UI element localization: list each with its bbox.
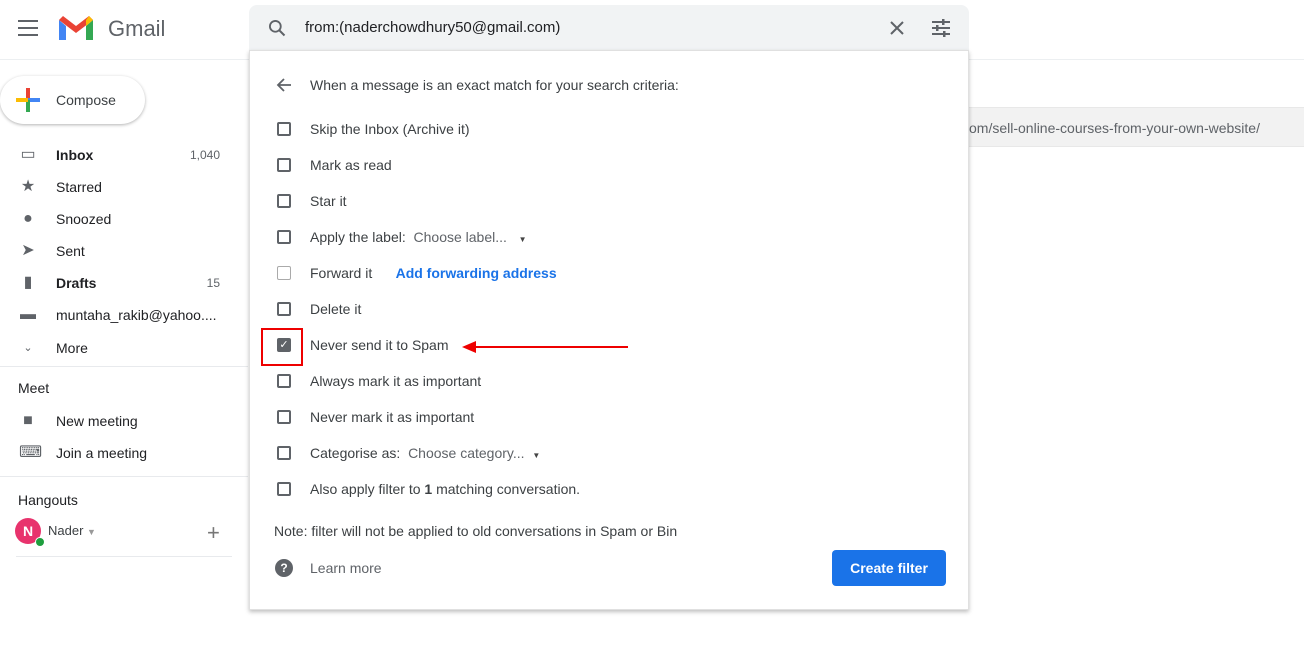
meet-heading: Meet bbox=[18, 380, 50, 396]
label: More bbox=[56, 340, 88, 356]
divider bbox=[16, 556, 232, 557]
option-label: Never send it to Spam bbox=[310, 337, 449, 353]
annotation-arrow-icon bbox=[462, 341, 628, 353]
option-label: Delete it bbox=[310, 301, 362, 317]
label: Join a meeting bbox=[56, 445, 148, 461]
sidebar-item-starred[interactable]: ★ Starred bbox=[0, 171, 240, 203]
option-label: Mark as read bbox=[310, 157, 392, 173]
sidebar-item-more[interactable]: ⌄ More bbox=[0, 332, 240, 364]
option-label-suffix: matching conversation. bbox=[432, 481, 581, 497]
search-bar[interactable]: from:(naderchowdhury50@gmail.com) bbox=[249, 5, 969, 51]
keyboard-icon: ⌨ bbox=[19, 444, 43, 461]
label: Snoozed bbox=[56, 211, 112, 227]
add-hangout-icon[interactable]: + bbox=[207, 520, 220, 546]
new-meeting[interactable]: ■ New meeting bbox=[0, 405, 240, 437]
sidebar-item-inbox[interactable]: ▭ Inbox 1,040 bbox=[0, 139, 240, 171]
send-icon: ➤ bbox=[21, 242, 35, 259]
category-select[interactable]: Choose category... bbox=[408, 445, 524, 461]
dropdown-caret-icon[interactable]: ▼ bbox=[532, 451, 540, 460]
checkbox[interactable] bbox=[277, 374, 291, 388]
create-filter-button[interactable]: Create filter bbox=[832, 550, 946, 586]
count: 1,040 bbox=[189, 148, 220, 162]
annotation-highlight-box bbox=[261, 328, 303, 366]
checkbox[interactable] bbox=[277, 302, 291, 316]
label: Drafts bbox=[56, 275, 97, 291]
checkbox[interactable] bbox=[277, 446, 291, 460]
inbox-icon: ▭ bbox=[20, 146, 36, 163]
hangouts-user[interactable]: Nader ▼ bbox=[48, 523, 96, 538]
option-label: Always mark it as important bbox=[310, 373, 482, 389]
option-label: Forward it bbox=[310, 265, 373, 281]
help-icon[interactable]: ? bbox=[275, 559, 293, 577]
option-label: Skip the Inbox (Archive it) bbox=[310, 121, 470, 137]
gmail-brand: Gmail bbox=[108, 16, 166, 41]
sidebar-item-snoozed[interactable]: ● Snoozed bbox=[0, 203, 240, 235]
email-row[interactable]: om/sell-online-courses-from-your-own-web… bbox=[969, 107, 1304, 147]
option-label: Categorise as: bbox=[310, 445, 401, 461]
close-icon[interactable] bbox=[889, 20, 905, 36]
option-label: Star it bbox=[310, 193, 347, 209]
label: Starred bbox=[56, 179, 102, 195]
sidebar-item-label[interactable]: ▬ muntaha_rakib@yahoo.... bbox=[0, 299, 240, 331]
main-menu-icon[interactable] bbox=[18, 20, 38, 36]
sidebar-item-drafts[interactable]: ▮ Drafts 15 bbox=[0, 267, 240, 299]
join-meeting[interactable]: ⌨ Join a meeting bbox=[0, 437, 240, 469]
gmail-logo-icon[interactable] bbox=[57, 14, 95, 42]
caret-down-icon: ▼ bbox=[87, 527, 96, 537]
checkbox[interactable] bbox=[277, 410, 291, 424]
star-icon: ★ bbox=[20, 178, 36, 195]
filter-panel: When a message is an exact match for you… bbox=[249, 50, 969, 610]
label: New meeting bbox=[56, 413, 138, 429]
checkbox[interactable] bbox=[277, 122, 291, 136]
divider bbox=[0, 366, 248, 367]
checkbox[interactable] bbox=[277, 266, 291, 280]
dropdown-caret-icon[interactable]: ▼ bbox=[519, 235, 527, 244]
label-select[interactable]: Choose label... bbox=[414, 229, 507, 245]
add-forwarding-address-link[interactable]: Add forwarding address bbox=[396, 265, 557, 281]
checkbox[interactable] bbox=[277, 158, 291, 172]
filter-heading: When a message is an exact match for you… bbox=[310, 77, 679, 93]
filter-note: Note: filter will not be applied to old … bbox=[274, 523, 678, 539]
draft-icon: ▮ bbox=[23, 274, 33, 291]
option-label: Also apply filter to bbox=[310, 481, 425, 497]
compose-button[interactable]: Compose bbox=[0, 76, 145, 124]
search-icon[interactable] bbox=[267, 18, 287, 38]
checkbox[interactable] bbox=[277, 482, 291, 496]
label: muntaha_rakib@yahoo.... bbox=[56, 307, 217, 323]
divider bbox=[0, 476, 248, 477]
video-icon: ■ bbox=[23, 412, 33, 429]
clock-icon: ● bbox=[23, 210, 33, 227]
sidebar-item-sent[interactable]: ➤ Sent bbox=[0, 235, 240, 267]
checkbox[interactable] bbox=[277, 230, 291, 244]
label: Inbox bbox=[56, 147, 94, 163]
label: Sent bbox=[56, 243, 85, 259]
online-status-icon bbox=[35, 537, 45, 547]
search-options-icon[interactable] bbox=[931, 18, 951, 38]
hangouts-heading: Hangouts bbox=[18, 492, 78, 508]
count: 15 bbox=[206, 276, 220, 290]
option-label: Apply the label: bbox=[310, 229, 406, 245]
search-input[interactable]: from:(naderchowdhury50@gmail.com) bbox=[305, 19, 560, 36]
back-arrow-icon[interactable] bbox=[276, 77, 292, 93]
checkbox[interactable] bbox=[277, 194, 291, 208]
chevron-down-icon: ⌄ bbox=[23, 342, 33, 354]
learn-more-link[interactable]: Learn more bbox=[310, 560, 382, 576]
email-snippet: om/sell-online-courses-from-your-own-web… bbox=[969, 120, 1260, 136]
label-icon: ▬ bbox=[20, 306, 36, 323]
option-label: Never mark it as important bbox=[310, 409, 475, 425]
compose-label: Compose bbox=[56, 92, 116, 108]
plus-icon bbox=[16, 88, 40, 112]
